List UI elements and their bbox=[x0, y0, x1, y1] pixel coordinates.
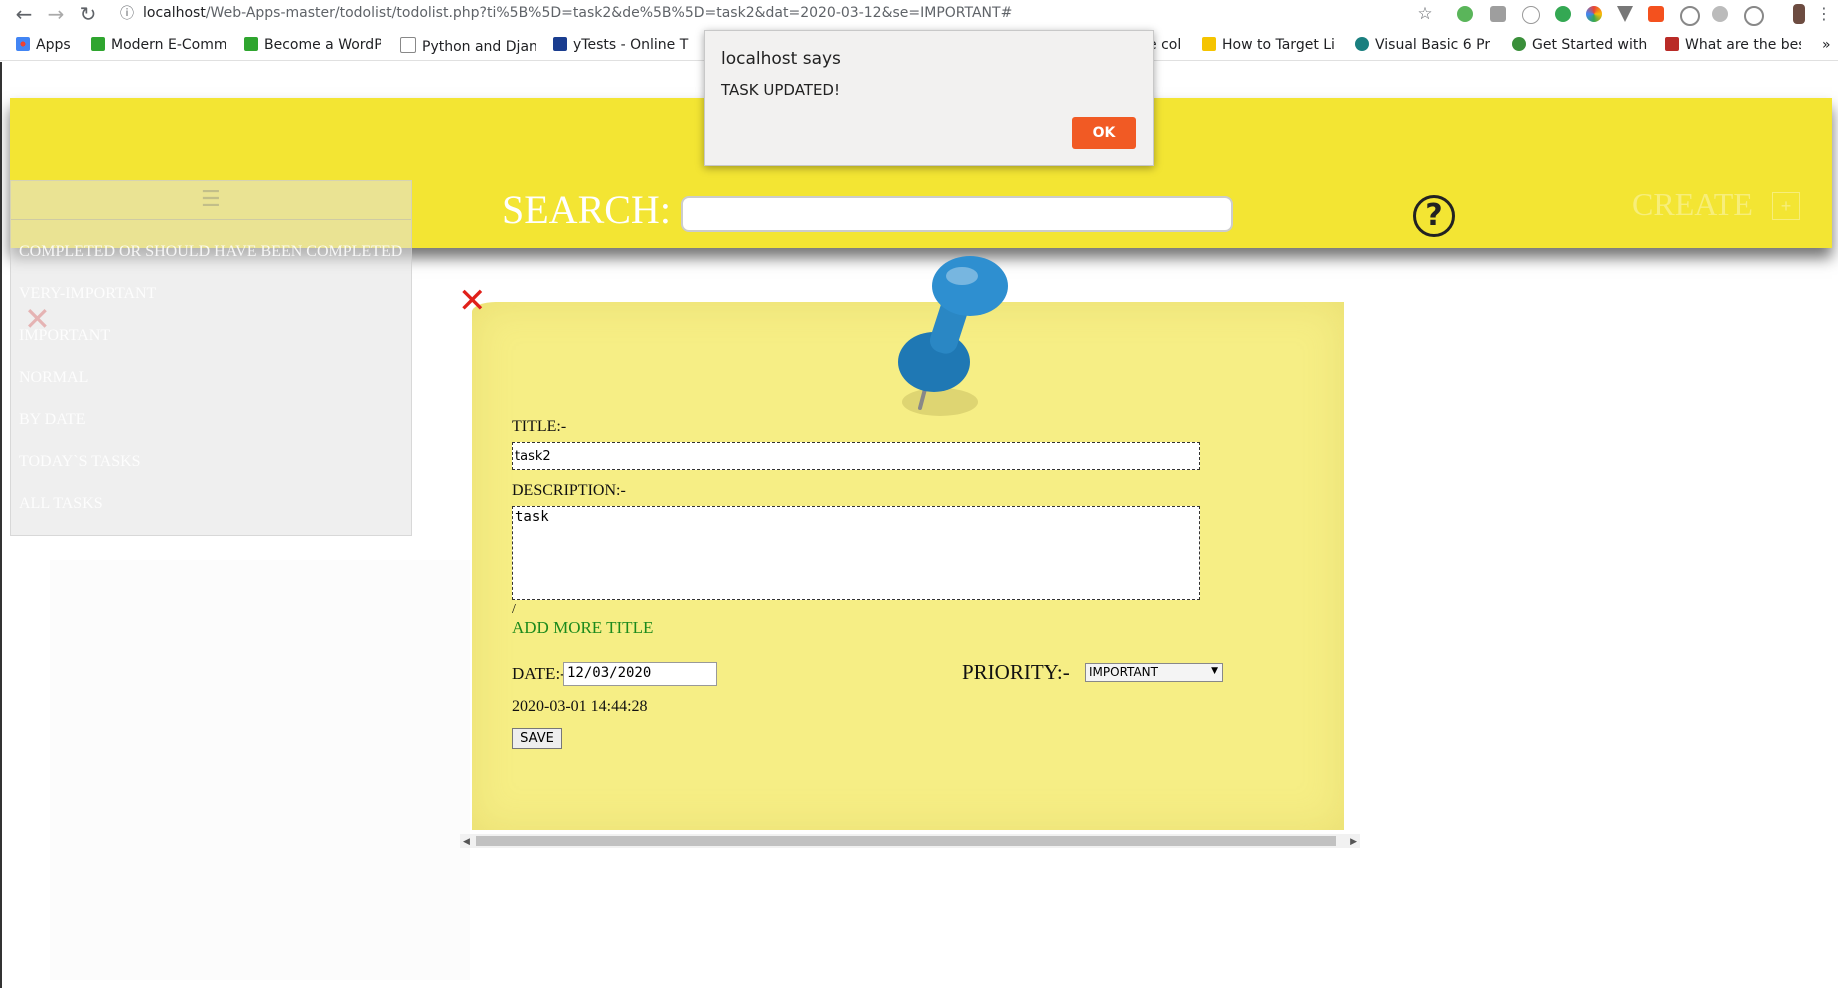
bookmark-label: How to Target Li bbox=[1222, 37, 1335, 53]
title-label: TITLE:- bbox=[512, 418, 567, 435]
bookmark-item[interactable]: Modern E-Comm bbox=[91, 37, 226, 53]
star-icon[interactable]: ☆ bbox=[1413, 2, 1437, 26]
extension-icon[interactable] bbox=[1586, 6, 1602, 22]
l-icon bbox=[1202, 37, 1216, 51]
bookmark-label: Get Started with bbox=[1532, 37, 1648, 53]
bookmark-item[interactable]: How to Target Li bbox=[1202, 37, 1358, 53]
extension-icon[interactable] bbox=[1490, 6, 1506, 22]
priority-label: PRIORITY:- bbox=[962, 660, 1070, 684]
description-label: DESCRIPTION:- bbox=[512, 482, 626, 499]
alert-message: TASK UPDATED! bbox=[721, 81, 840, 99]
created-timestamp: 2020-03-01 14:44:28 bbox=[512, 698, 648, 715]
window-edge bbox=[0, 62, 2, 988]
bookmark-item[interactable]: e col bbox=[1148, 37, 1190, 53]
title-input[interactable]: task2 bbox=[512, 442, 1200, 470]
back-icon[interactable]: ← bbox=[12, 2, 36, 26]
chevron-down-icon: ▼ bbox=[1211, 666, 1218, 676]
extension-icon[interactable] bbox=[1712, 6, 1728, 22]
ok-button[interactable]: OK bbox=[1072, 117, 1136, 149]
bookmark-item[interactable]: yTests - Online T bbox=[553, 37, 693, 53]
forward-icon[interactable]: → bbox=[44, 2, 68, 26]
url-path: /Web-Apps-master/todolist/todolist.php?t… bbox=[205, 5, 1013, 21]
bookmark-item[interactable]: Visual Basic 6 Pr bbox=[1355, 37, 1490, 53]
address-bar[interactable]: localhost/Web-Apps-master/todolist/todol… bbox=[143, 5, 1012, 21]
search-input[interactable] bbox=[681, 196, 1233, 232]
bookmark-label: Python and Djan bbox=[422, 39, 536, 55]
extension-icon[interactable] bbox=[1680, 6, 1700, 26]
search-label: SEARCH: bbox=[502, 187, 671, 232]
create-plus-button[interactable]: + bbox=[1772, 192, 1800, 220]
background-panel bbox=[50, 560, 470, 980]
priority-selected-value: IMPORTANT bbox=[1089, 665, 1158, 679]
bookmark-label: Modern E-Comm bbox=[111, 37, 226, 53]
task-editor: TITLE:- task2 DESCRIPTION:- task / ADD M… bbox=[458, 256, 1360, 848]
bookmark-apps[interactable]: Apps bbox=[16, 37, 78, 53]
separator-text: / bbox=[512, 602, 516, 617]
extension-icon[interactable] bbox=[1744, 6, 1764, 26]
avatar[interactable] bbox=[1793, 4, 1805, 24]
pushpin-icon bbox=[898, 256, 1008, 416]
browser-toolbar: ← → ↻ ⓘ localhost/Web-Apps-master/todoli… bbox=[0, 0, 1838, 28]
reload-icon[interactable]: ↻ bbox=[76, 2, 100, 26]
page-icon bbox=[400, 37, 416, 53]
bookmark-label: Apps bbox=[36, 37, 71, 53]
url-host: localhost bbox=[143, 5, 206, 21]
bookmark-label: Visual Basic 6 Pr bbox=[1375, 37, 1490, 53]
bookmark-label: What are the bes bbox=[1685, 37, 1801, 53]
info-icon[interactable]: ⓘ bbox=[115, 2, 139, 26]
bookmark-item[interactable]: Get Started with bbox=[1512, 37, 1650, 53]
bookmark-item[interactable]: What are the bes bbox=[1665, 37, 1801, 53]
bookmark-item[interactable]: Become a WordP bbox=[244, 37, 381, 53]
extension-icon[interactable] bbox=[1457, 6, 1473, 22]
sidebar-close-icon[interactable]: ✕ bbox=[24, 300, 51, 338]
extension-icon[interactable] bbox=[1648, 6, 1664, 22]
priority-select[interactable]: IMPORTANT ▼ bbox=[1085, 663, 1223, 682]
scrollbar-thumb[interactable] bbox=[476, 836, 1336, 846]
alert-dialog: localhost says TASK UPDATED! OK bbox=[704, 30, 1154, 166]
sidebar-item-all-tasks[interactable]: ALL TASKS bbox=[19, 495, 103, 513]
description-textarea[interactable]: task bbox=[512, 506, 1200, 600]
extension-icon[interactable] bbox=[1555, 6, 1571, 22]
q-icon bbox=[1665, 37, 1679, 51]
ftu-icon bbox=[244, 37, 258, 51]
close-icon[interactable]: ✕ bbox=[458, 284, 487, 318]
globe-icon bbox=[1355, 37, 1369, 51]
kebab-menu-icon[interactable]: ⋮ bbox=[1812, 2, 1836, 26]
add-more-title-link[interactable]: ADD MORE TITLE bbox=[512, 618, 653, 638]
sidebar-item-by-date[interactable]: BY DATE bbox=[19, 411, 86, 429]
extension-icon[interactable] bbox=[1522, 6, 1540, 24]
y-icon bbox=[553, 37, 567, 51]
sidebar-item-normal[interactable]: NORMAL bbox=[19, 369, 88, 387]
scroll-right-icon[interactable]: ▶ bbox=[1350, 834, 1357, 848]
horizontal-scrollbar[interactable]: ◀ ▶ bbox=[460, 834, 1360, 848]
create-label[interactable]: CREATE bbox=[1632, 186, 1753, 223]
filter-sidebar: ☰ COMPLETED OR SHOULD HAVE BEEN COMPLETE… bbox=[10, 180, 412, 536]
help-icon[interactable]: ? bbox=[1413, 195, 1455, 237]
apps-grid-icon bbox=[16, 37, 30, 51]
extension-icon[interactable] bbox=[1617, 6, 1633, 22]
ftu-icon bbox=[91, 37, 105, 51]
bookmark-item[interactable]: Python and Djan bbox=[400, 37, 536, 55]
sidebar-item-completed[interactable]: COMPLETED OR SHOULD HAVE BEEN COMPLETED bbox=[19, 243, 402, 261]
sidebar-item-todays-tasks[interactable]: TODAY`S TASKS bbox=[19, 453, 141, 471]
more-bookmarks-icon[interactable]: » bbox=[1822, 37, 1836, 53]
bookmark-label: Become a WordP bbox=[264, 37, 381, 53]
alert-title: localhost says bbox=[721, 49, 841, 69]
save-button[interactable]: SAVE bbox=[512, 728, 562, 749]
date-label: DATE:- bbox=[512, 664, 566, 683]
hamburger-menu-icon[interactable]: ☰ bbox=[201, 187, 221, 212]
dots-icon bbox=[1512, 37, 1526, 51]
scroll-left-icon[interactable]: ◀ bbox=[463, 834, 470, 848]
date-input[interactable]: 12/03/2020 bbox=[563, 662, 717, 686]
bookmark-label: yTests - Online T bbox=[573, 37, 689, 53]
sidebar-header: ☰ bbox=[11, 181, 411, 220]
